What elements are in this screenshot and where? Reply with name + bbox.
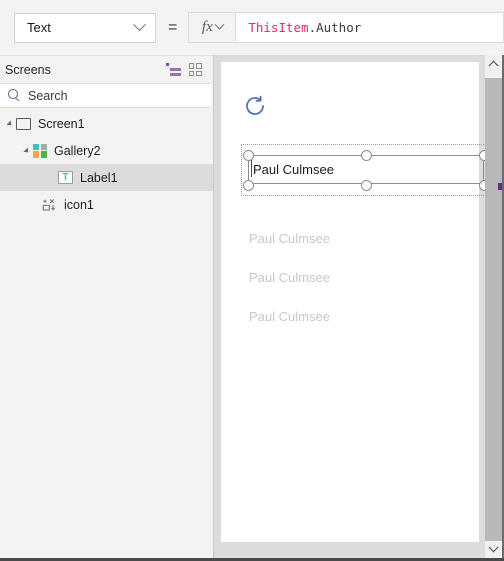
search-placeholder: Search	[28, 88, 68, 103]
property-dropdown[interactable]: Text	[14, 12, 156, 43]
formula-token-object: ThisItem	[248, 20, 309, 35]
resize-handle-top-left[interactable]	[243, 150, 254, 161]
chevron-down-icon	[133, 18, 146, 32]
tree-item-icon1[interactable]: icon1	[0, 191, 213, 218]
app-screen-canvas[interactable]: Paul Culmsee Paul Culmsee Paul Culmsee P…	[221, 62, 490, 542]
fx-icon: fx	[201, 19, 213, 35]
tree-item-label1[interactable]: T Label1	[0, 164, 213, 191]
screens-panel: Screens Search Screen1 Gallery2 T Label1…	[0, 55, 213, 558]
tree-item-label: Label1	[80, 170, 118, 185]
resize-handle-bottom-center[interactable]	[361, 180, 372, 191]
gallery-item-text[interactable]: Paul Culmsee	[249, 231, 330, 246]
screen-icon	[16, 117, 31, 130]
formula-input[interactable]: ThisItem .Author	[235, 12, 504, 43]
powerapps-studio: Text = fx ThisItem .Author Screens Search	[0, 0, 504, 561]
formula-bar: Text = fx ThisItem .Author	[0, 0, 504, 55]
chevron-down-icon	[214, 19, 225, 30]
scrollbar-thumb[interactable]	[485, 72, 502, 78]
gallery-item-text[interactable]: Paul Culmsee	[249, 270, 330, 285]
formula-token-property: .Author	[308, 20, 362, 35]
resize-handle-top-center[interactable]	[361, 150, 372, 161]
screens-tree: Screen1 Gallery2 T Label1 icon1	[0, 108, 213, 218]
label-icon: T	[58, 171, 73, 184]
scroll-down-button[interactable]	[485, 541, 502, 558]
property-dropdown-value: Text	[27, 20, 51, 35]
tree-item-label: icon1	[64, 197, 94, 212]
expand-chevron-icon[interactable]	[6, 119, 14, 128]
grid-view-icon[interactable]	[184, 60, 206, 80]
expand-chevron-icon[interactable]	[23, 146, 31, 155]
scroll-up-button[interactable]	[485, 55, 502, 72]
control-icon	[42, 198, 58, 212]
equals-sign: =	[168, 18, 178, 36]
search-input[interactable]: Search	[0, 83, 211, 108]
canvas-scrollbar[interactable]	[485, 55, 502, 558]
tree-item-screen1[interactable]: Screen1	[0, 110, 213, 137]
resize-handle-bottom-left[interactable]	[243, 180, 254, 191]
screens-panel-header: Screens	[0, 56, 213, 83]
panel-title: Screens	[5, 62, 51, 77]
chevron-up-icon	[488, 60, 499, 71]
selected-label-control[interactable]: Paul Culmsee	[243, 150, 490, 191]
chevron-down-icon	[488, 542, 499, 553]
tree-item-gallery2[interactable]: Gallery2	[0, 137, 213, 164]
fx-button[interactable]: fx	[188, 12, 236, 43]
tree-item-label: Screen1	[38, 116, 85, 131]
gallery-icon	[33, 143, 47, 158]
refresh-icon[interactable]	[243, 94, 267, 118]
text-caret	[251, 160, 252, 177]
selected-label-text: Paul Culmsee	[253, 162, 334, 177]
tree-view-icon[interactable]	[162, 60, 184, 80]
gallery-template-outline[interactable]: Paul Culmsee	[241, 144, 490, 196]
tree-item-label: Gallery2	[54, 143, 101, 158]
search-icon	[8, 89, 21, 102]
gallery-item-text[interactable]: Paul Culmsee	[249, 309, 330, 324]
canvas-area: Paul Culmsee Paul Culmsee Paul Culmsee P…	[213, 55, 504, 558]
